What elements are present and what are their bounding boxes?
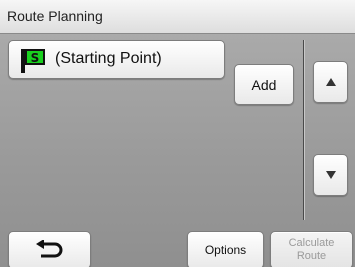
page-title: Route Planning xyxy=(7,8,103,24)
back-button[interactable] xyxy=(8,231,91,267)
starting-point-button[interactable]: S (Starting Point) xyxy=(8,40,225,79)
triangle-down-icon xyxy=(325,171,336,179)
start-flag-icon: S xyxy=(21,49,45,73)
back-arrow-icon xyxy=(35,240,62,258)
scroll-up-button[interactable] xyxy=(313,61,348,103)
triangle-up-icon xyxy=(325,78,336,86)
start-flag-letter: S xyxy=(31,51,40,65)
title-bar: Route Planning xyxy=(0,0,355,34)
starting-point-label: (Starting Point) xyxy=(55,50,162,67)
options-button-label: Options xyxy=(204,243,247,257)
calculate-route-label: Calculate Route xyxy=(288,237,335,262)
calculate-route-button[interactable]: Calculate Route xyxy=(270,231,353,267)
add-button[interactable]: Add xyxy=(234,64,294,105)
options-button[interactable]: Options xyxy=(187,231,264,267)
scroll-divider xyxy=(303,40,304,220)
scroll-down-button[interactable] xyxy=(313,154,348,196)
add-button-label: Add xyxy=(251,76,277,93)
route-planning-screen: Route Planning S (Starting Point) Add Op… xyxy=(0,0,355,267)
